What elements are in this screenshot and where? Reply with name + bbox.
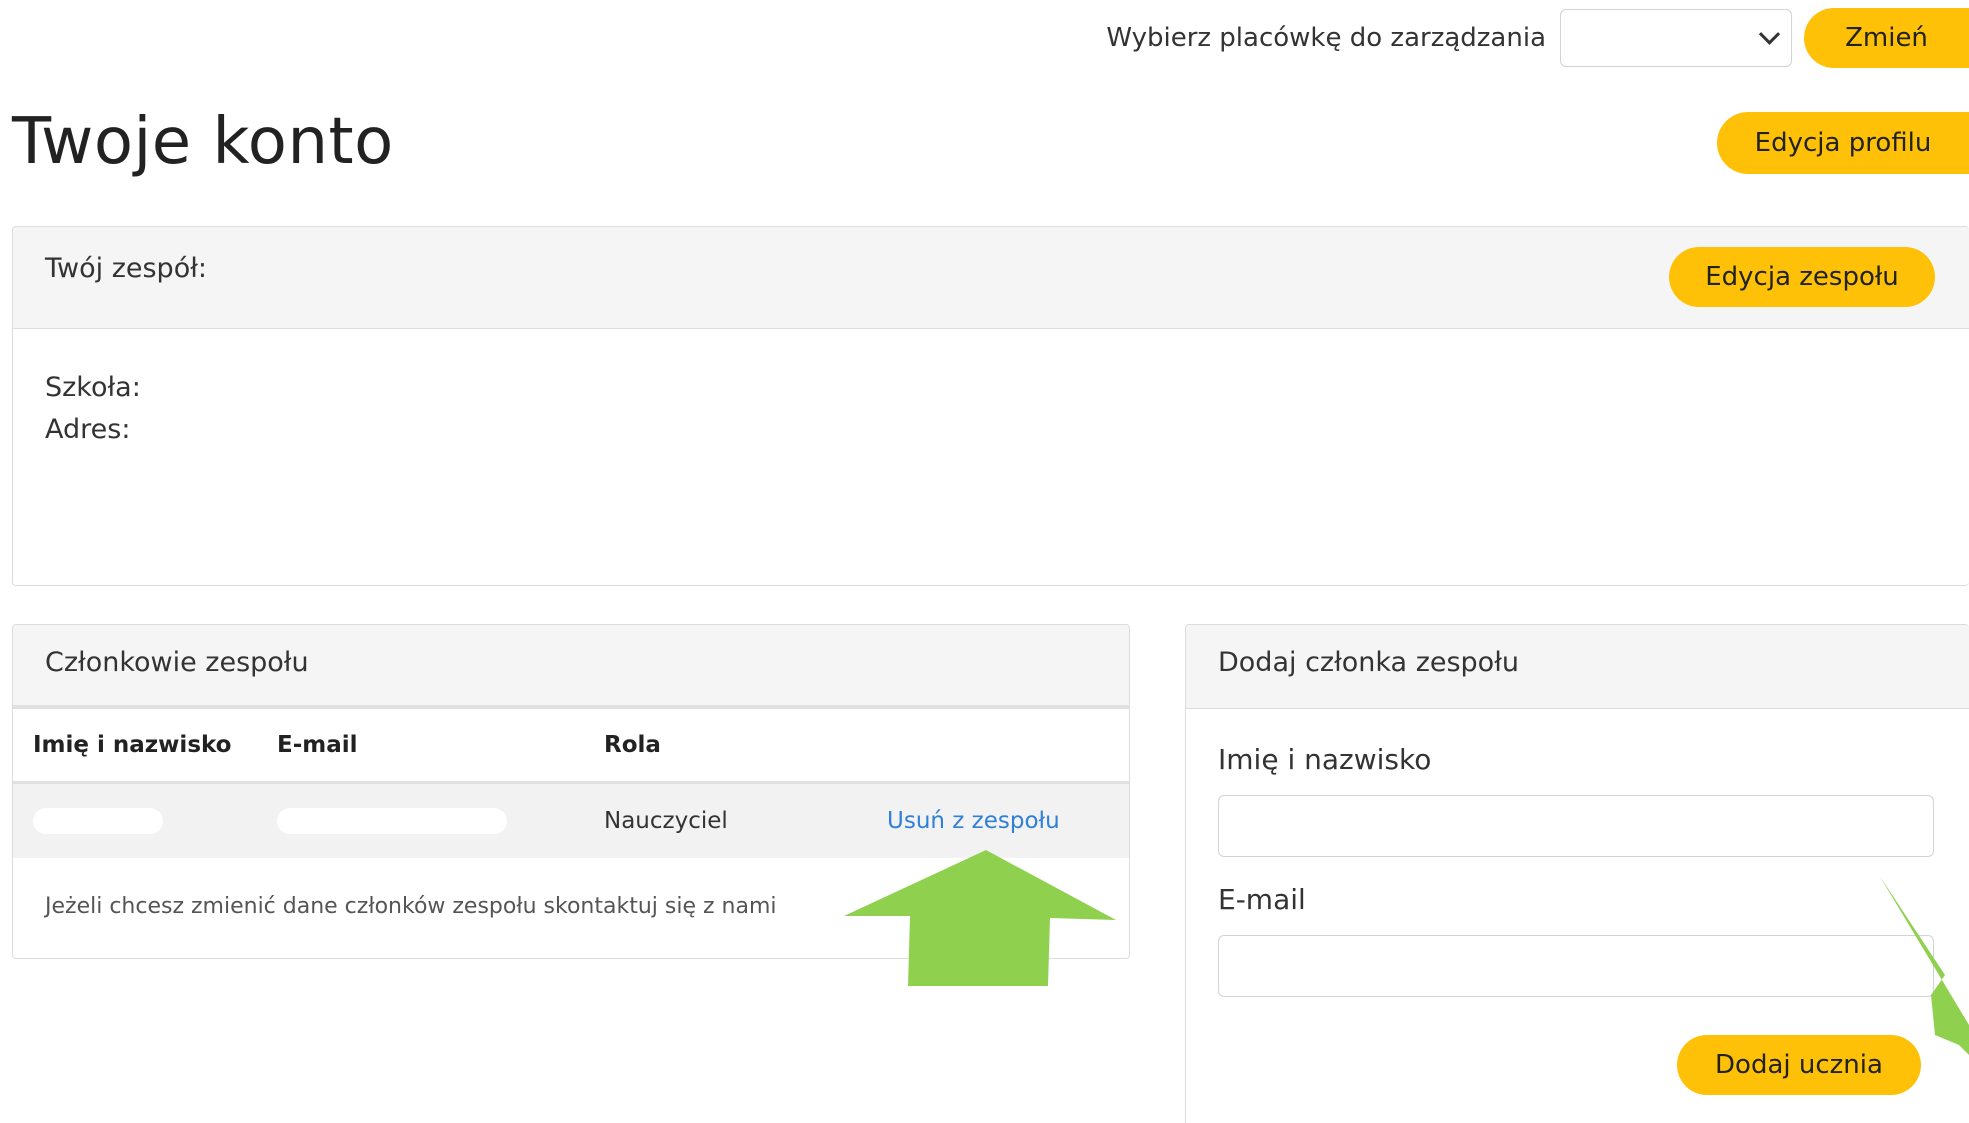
members-table: Imię i nazwisko E-mail Rola Nauczyciel U… xyxy=(13,709,1129,858)
change-facility-button[interactable]: Zmień xyxy=(1804,8,1969,68)
member-email-cell xyxy=(277,782,604,858)
name-field[interactable] xyxy=(1218,795,1934,857)
edit-team-button[interactable]: Edycja zespołu xyxy=(1669,247,1935,307)
add-member-card: Dodaj członka zespołu Imię i nazwisko E-… xyxy=(1185,624,1969,1123)
member-role: Nauczyciel xyxy=(604,782,887,858)
table-row: Nauczyciel Usuń z zespołu xyxy=(13,782,1129,858)
team-details: Szkoła: Adres: xyxy=(13,329,1969,489)
chevron-down-icon xyxy=(1758,23,1781,45)
member-name xyxy=(33,808,163,835)
team-card: Twój zespół: Edycja zespołu Szkoła: Adre… xyxy=(12,226,1969,586)
member-action-cell: Usuń z zespołu xyxy=(887,782,1129,858)
team-label: Twój zespół: xyxy=(45,253,216,284)
remove-from-team-link[interactable]: Usuń z zespołu xyxy=(887,808,1060,834)
add-student-button[interactable]: Dodaj ucznia xyxy=(1677,1035,1921,1095)
account-page: Wybierz placówkę do zarządzania Zmień Tw… xyxy=(0,0,1969,1123)
column-header-action xyxy=(887,709,1129,784)
table-header-row: Imię i nazwisko E-mail Rola xyxy=(13,709,1129,784)
team-members-card: Członkowie zespołu Imię i nazwisko E-mai… xyxy=(12,624,1130,959)
members-contact-note: Jeżeli chcesz zmienić dane członków zesp… xyxy=(45,894,777,919)
team-label-text: Twój zespół: xyxy=(45,253,207,284)
team-members-title: Członkowie zespołu xyxy=(45,647,309,678)
team-card-header: Twój zespół: Edycja zespołu xyxy=(13,227,1969,329)
facility-selector-label: Wybierz placówkę do zarządzania xyxy=(1106,23,1546,53)
email-field[interactable] xyxy=(1218,935,1934,997)
member-name-cell xyxy=(13,782,277,858)
member-email xyxy=(277,808,507,835)
column-header-role: Rola xyxy=(604,709,887,784)
add-member-header: Dodaj członka zespołu xyxy=(1186,625,1969,709)
school-row: Szkoła: xyxy=(45,367,1937,409)
add-member-title: Dodaj członka zespołu xyxy=(1218,647,1519,678)
page-title: Twoje konto xyxy=(12,105,394,179)
edit-profile-button[interactable]: Edycja profilu xyxy=(1717,112,1969,174)
address-row: Adres: xyxy=(45,409,1937,451)
facility-selector-bar: Wybierz placówkę do zarządzania Zmień xyxy=(1106,8,1969,68)
name-field-label: Imię i nazwisko xyxy=(1218,743,1432,776)
column-header-email: E-mail xyxy=(277,709,604,784)
email-field-label: E-mail xyxy=(1218,883,1306,916)
address-label: Adres: xyxy=(45,414,131,445)
column-header-name: Imię i nazwisko xyxy=(13,709,277,784)
team-members-header: Członkowie zespołu xyxy=(13,625,1129,709)
school-label: Szkoła: xyxy=(45,372,141,403)
facility-select[interactable] xyxy=(1560,9,1792,67)
